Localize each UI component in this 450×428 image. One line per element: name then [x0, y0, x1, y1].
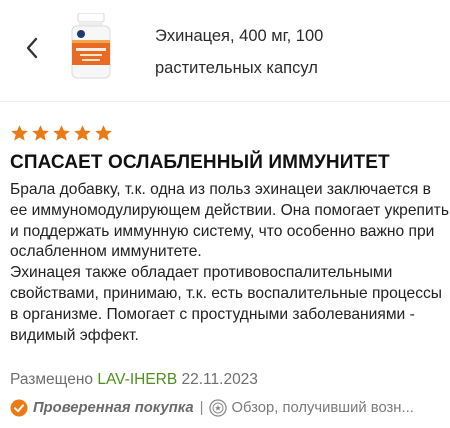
rating-stars: [10, 124, 113, 144]
star-icon: [95, 125, 112, 141]
posted-label: Размещено: [10, 371, 94, 388]
review-header: Эхинацея, 400 мг, 100 растительных капсу…: [0, 0, 450, 101]
review-date: 22.11.2023: [181, 371, 258, 388]
review-paragraph: Брала добавку, т.к. одна из польз эхинац…: [10, 181, 449, 261]
star-icon: [11, 125, 28, 141]
star-icon: [32, 125, 49, 141]
header-divider: [0, 101, 450, 102]
badge-icon: [208, 399, 227, 417]
product-title[interactable]: Эхинацея, 400 мг, 100 растительных капсу…: [155, 20, 435, 84]
star-icon: [74, 125, 91, 141]
review-badges: Проверенная покупка | Обзор, получивший …: [10, 397, 414, 419]
review-paragraph: Эхинацея также обладает противовоспалите…: [10, 264, 443, 344]
verified-check-icon: [10, 399, 28, 417]
star-icon: [53, 125, 70, 141]
author-link[interactable]: LAV-IHERB: [97, 371, 177, 388]
badge-separator: |: [199, 400, 204, 416]
verified-purchase-label: Проверенная покупка: [33, 400, 194, 416]
review-title: СПАСАЕТ ОСЛАБЛЕННЫЙ ИММУНИТЕТ: [10, 152, 390, 173]
back-button[interactable]: [18, 34, 46, 62]
product-image[interactable]: [68, 13, 114, 79]
product-title-line1: Эхинацея, 400 мг, 100: [155, 27, 324, 45]
review-body: Брала добавку, т.к. одна из польз эхинац…: [10, 180, 450, 346]
product-title-line2: растительных капсул: [155, 59, 318, 77]
reviewer-badge-label[interactable]: Обзор, получивший возн...: [232, 400, 414, 416]
chevron-left-icon: [26, 37, 38, 59]
review-meta: Размещено LAV-IHERB 22.11.2023: [10, 371, 258, 389]
